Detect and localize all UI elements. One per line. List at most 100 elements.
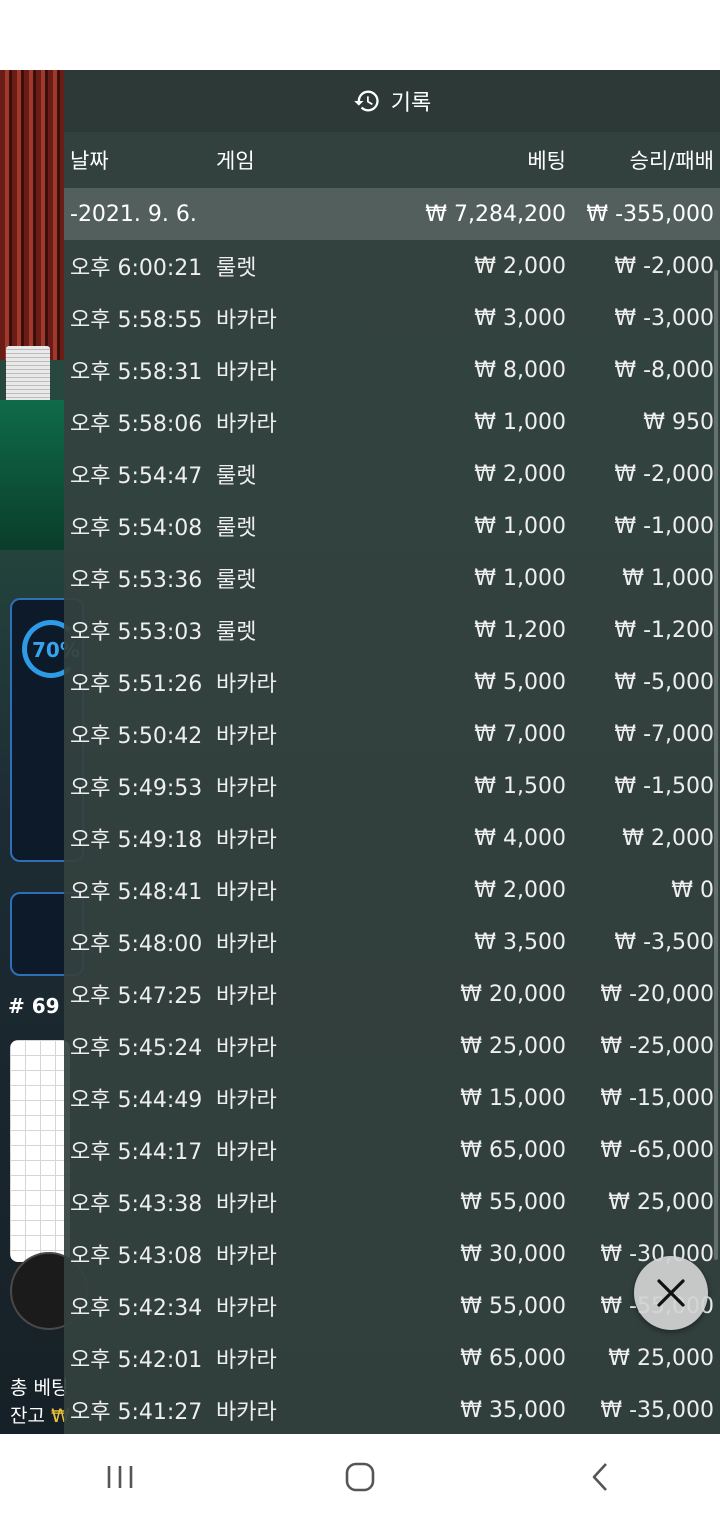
record-win: ₩ -3,500 [614,929,714,955]
record-game: 바카라 [216,1296,277,1321]
recent-apps-icon [107,1466,133,1488]
totals-area: 총 베팅 잔고 ₩ [10,1374,70,1430]
record-game: 바카라 [216,1036,277,1061]
curtain-decoration [0,70,64,360]
record-row[interactable]: 오후 5:43:08 바카라 ₩ 30,000 ₩ -30,000 [64,1228,720,1280]
record-row[interactable]: 오후 6:00:21 룰렛 ₩ 2,000 ₩ -2,000 [64,240,720,292]
home-icon [345,1462,375,1492]
record-row[interactable]: 오후 5:48:00 바카라 ₩ 3,500 ₩ -3,500 [64,916,720,968]
record-row[interactable]: 오후 5:44:17 바카라 ₩ 65,000 ₩ -65,000 [64,1124,720,1176]
record-list[interactable]: 오후 6:00:21 룰렛 ₩ 2,000 ₩ -2,000 오후 5:58:55 바카라… [64,240,720,1434]
record-row[interactable]: 오후 5:53:03 룰렛 ₩ 1,200 ₩ -1,200 [64,604,720,656]
record-time: 오후 5:51:26 [70,672,203,697]
record-game: 바카라 [216,724,277,749]
record-row[interactable]: 오후 5:48:41 바카라 ₩ 2,000 ₩ 0 [64,864,720,916]
home-button[interactable] [320,1447,400,1507]
record-win: ₩ -15,000 [600,1085,714,1111]
record-win: ₩ 2,000 [622,825,714,851]
record-time: 오후 5:44:17 [70,1140,203,1165]
record-row[interactable]: 오후 5:58:31 바카라 ₩ 8,000 ₩ -8,000 [64,344,720,396]
record-game: 바카라 [216,932,277,957]
bead-road-grid [10,1040,70,1262]
record-win: ₩ -20,000 [600,981,714,1007]
record-bet: ₩ 3,000 [474,305,566,331]
record-win: ₩ -25,000 [600,1033,714,1059]
record-time: 오후 5:42:01 [70,1348,203,1373]
record-bet: ₩ 65,000 [460,1345,566,1371]
close-button[interactable] [634,1256,708,1330]
record-time: 오후 5:58:55 [70,308,203,333]
round-label: # 69 [8,994,60,1018]
record-row[interactable]: 오후 5:49:53 바카라 ₩ 1,500 ₩ -1,500 [64,760,720,812]
record-time: 오후 5:41:27 [70,1400,203,1425]
record-row[interactable]: 오후 5:54:08 룰렛 ₩ 1,000 ₩ -1,000 [64,500,720,552]
record-row[interactable]: 오후 5:58:55 바카라 ₩ 3,000 ₩ -3,000 [64,292,720,344]
record-row[interactable]: 오후 5:49:18 바카라 ₩ 4,000 ₩ 2,000 [64,812,720,864]
record-row[interactable]: 오후 5:53:36 룰렛 ₩ 1,000 ₩ 1,000 [64,552,720,604]
back-button[interactable] [560,1447,640,1507]
record-row[interactable]: 오후 5:47:25 바카라 ₩ 20,000 ₩ -20,000 [64,968,720,1020]
record-game: 바카라 [216,1244,277,1269]
record-game: 바카라 [216,880,277,905]
summary-date: -2021. 9. 6. [70,201,197,227]
recent-apps-button[interactable] [80,1447,160,1507]
record-row[interactable]: 오후 5:50:42 바카라 ₩ 7,000 ₩ -7,000 [64,708,720,760]
record-row[interactable]: 오후 5:42:34바카라₩ 55,000₩ -55,000 [64,1280,720,1332]
record-win: ₩ -7,000 [614,721,714,747]
back-icon [592,1463,607,1491]
column-game: 게임 [216,149,255,173]
record-bet: ₩ 3,500 [474,929,566,955]
record-win: ₩ -2,000 [614,461,714,487]
record-win: ₩ 25,000 [608,1345,714,1371]
record-time: 오후 5:43:08 [70,1244,203,1269]
record-bet: ₩ 20,000 [460,981,566,1007]
scrollbar[interactable] [714,270,718,1260]
record-time: 오후 5:48:00 [70,932,203,957]
record-row[interactable]: 오후 5:41:27 바카라 ₩ 35,000 ₩ -35,000 [64,1384,720,1434]
record-win: ₩ 950 [643,409,714,435]
record-game: 바카라 [216,1400,277,1425]
record-bet: ₩ 2,000 [474,253,566,279]
record-time: 오후 5:53:03 [70,620,203,645]
record-game: 룰렛 [216,620,257,645]
record-bet: ₩ 4,000 [474,825,566,851]
record-bet: ₩ 65,000 [460,1137,566,1163]
record-win: ₩ 25,000 [608,1189,714,1215]
record-win: ₩ -3,000 [614,305,714,331]
record-game: 바카라 [216,1088,277,1113]
date-summary-row[interactable]: -2021. 9. 6. ₩ 7,284,200 ₩ -355,000 [64,188,720,240]
record-win: ₩ -35,000 [600,1397,714,1423]
record-win: ₩ -2,000 [614,253,714,279]
summary-bet: ₩ 7,284,200 [425,201,566,227]
table-felt [0,400,64,550]
record-time: 오후 5:58:31 [70,360,203,385]
record-time: 오후 5:44:49 [70,1088,203,1113]
record-bet: ₩ 1,500 [474,773,566,799]
record-time: 오후 5:43:38 [70,1192,203,1217]
record-time: 오후 5:53:36 [70,568,203,593]
record-win: ₩ -65,000 [600,1137,714,1163]
column-header: 날짜 게임 베팅 승리/패배 [64,132,720,188]
status-bar [0,0,720,70]
record-time: 오후 5:58:06 [70,412,203,437]
record-bet: ₩ 1,000 [474,565,566,591]
record-row[interactable]: 오후 5:42:01 바카라 ₩ 65,000 ₩ 25,000 [64,1332,720,1384]
record-row[interactable]: 오후 5:45:24 바카라 ₩ 25,000 ₩ -25,000 [64,1020,720,1072]
record-row[interactable]: 오후 5:44:49 바카라 ₩ 15,000 ₩ -15,000 [64,1072,720,1124]
record-bet: ₩ 15,000 [460,1085,566,1111]
history-title: 기록 [390,91,432,116]
record-bet: ₩ 7,000 [474,721,566,747]
record-game: 룰렛 [216,256,257,281]
record-win: ₩ -5,000 [614,669,714,695]
record-row[interactable]: 오후 5:54:47 룰렛 ₩ 2,000 ₩ -2,000 [64,448,720,500]
record-game: 바카라 [216,1348,277,1373]
record-game: 바카라 [216,984,277,1009]
record-game: 룰렛 [216,464,257,489]
record-row[interactable]: 오후 5:51:26 바카라 ₩ 5,000 ₩ -5,000 [64,656,720,708]
record-game: 룰렛 [216,516,257,541]
record-bet: ₩ 30,000 [460,1241,566,1267]
record-row[interactable]: 오후 5:43:38 바카라 ₩ 55,000 ₩ 25,000 [64,1176,720,1228]
column-bet: 베팅 [527,149,566,173]
record-win: ₩ -1,000 [614,513,714,539]
record-row[interactable]: 오후 5:58:06 바카라 ₩ 1,000 ₩ 950 [64,396,720,448]
